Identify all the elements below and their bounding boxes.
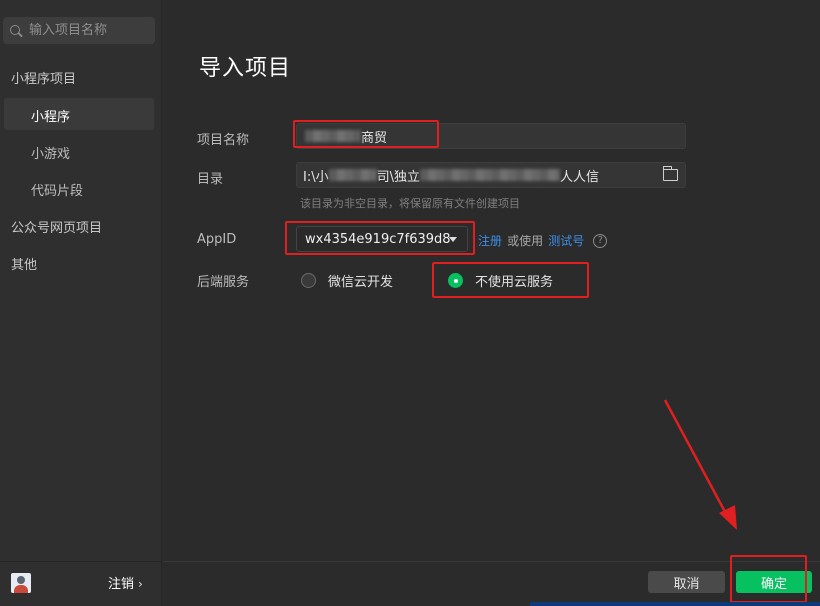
- directory-part-1: I:\小: [303, 169, 329, 185]
- redacted-text: [305, 130, 361, 142]
- search-input[interactable]: [29, 23, 149, 38]
- directory-part-2: 司\独立: [376, 169, 420, 185]
- or-use-text: 或使用: [507, 234, 544, 248]
- search-icon: [9, 24, 23, 38]
- directory-hint: 该目录为非空目录，将保留原有文件创建项目: [300, 197, 520, 210]
- radio-cloud-dev[interactable]: 微信云开发: [301, 271, 393, 290]
- taskbar-strip: [530, 602, 820, 606]
- directory-part-3: 人人信: [560, 169, 600, 185]
- nav-item-active-bg: [4, 98, 154, 130]
- radio-no-cloud[interactable]: 不使用云服务: [448, 271, 553, 290]
- help-icon[interactable]: ?: [593, 233, 608, 248]
- nav-item-minigame[interactable]: 小游戏: [31, 143, 70, 162]
- logout-label: 注销: [108, 577, 135, 592]
- main-panel: 导入项目 项目名称 商贸 目录 I:\小 司\独立 人人信 该目录为非空目录，将…: [163, 0, 820, 606]
- logout-button[interactable]: 注销 ›: [108, 573, 143, 592]
- sidebar-footer: 注销 ›: [0, 561, 162, 606]
- chevron-down-icon: [449, 237, 457, 242]
- directory-input[interactable]: I:\小 司\独立 人人信: [296, 162, 686, 188]
- redacted-text: [328, 169, 377, 181]
- chevron-right-icon: ›: [138, 577, 143, 591]
- register-link[interactable]: 注册: [478, 234, 502, 248]
- project-name-input[interactable]: 商贸: [296, 123, 686, 149]
- page-title: 导入项目: [199, 56, 292, 81]
- nav-item-code-snippet[interactable]: 代码片段: [31, 180, 83, 199]
- project-name-value: 商贸: [361, 130, 388, 146]
- nav-group-other[interactable]: 其他: [11, 254, 37, 273]
- radio-button[interactable]: [301, 273, 316, 288]
- project-name-label: 项目名称: [197, 133, 250, 148]
- confirm-button[interactable]: 确定: [736, 571, 812, 593]
- appid-label: AppID: [197, 232, 237, 247]
- folder-icon[interactable]: [662, 166, 678, 181]
- nav-item-miniprogram[interactable]: 小程序: [31, 106, 70, 125]
- sidebar: 小程序项目 小程序 小游戏 代码片段 公众号网页项目 其他 注销›: [0, 0, 162, 606]
- radio-cloud-dev-label: 微信云开发: [328, 275, 394, 290]
- appid-links: 注册 或使用 测试号 ?: [478, 230, 608, 249]
- backend-label: 后端服务: [197, 275, 250, 290]
- annotation-arrow-icon: [663, 399, 737, 530]
- nav-group-official-account[interactable]: 公众号网页项目: [11, 217, 102, 236]
- project-search[interactable]: [3, 17, 155, 44]
- nav-group-miniprogram[interactable]: 小程序项目: [11, 68, 76, 87]
- appid-value: wx4354e919c7f639d8: [305, 231, 451, 247]
- test-account-link[interactable]: 测试号: [548, 234, 584, 248]
- cancel-button[interactable]: 取消: [648, 571, 725, 593]
- radio-button-checked[interactable]: [448, 273, 463, 288]
- redacted-text: [420, 169, 560, 181]
- avatar[interactable]: [11, 573, 31, 593]
- radio-no-cloud-label: 不使用云服务: [475, 275, 554, 290]
- directory-label: 目录: [197, 172, 224, 187]
- appid-select[interactable]: wx4354e919c7f639d8: [296, 226, 468, 252]
